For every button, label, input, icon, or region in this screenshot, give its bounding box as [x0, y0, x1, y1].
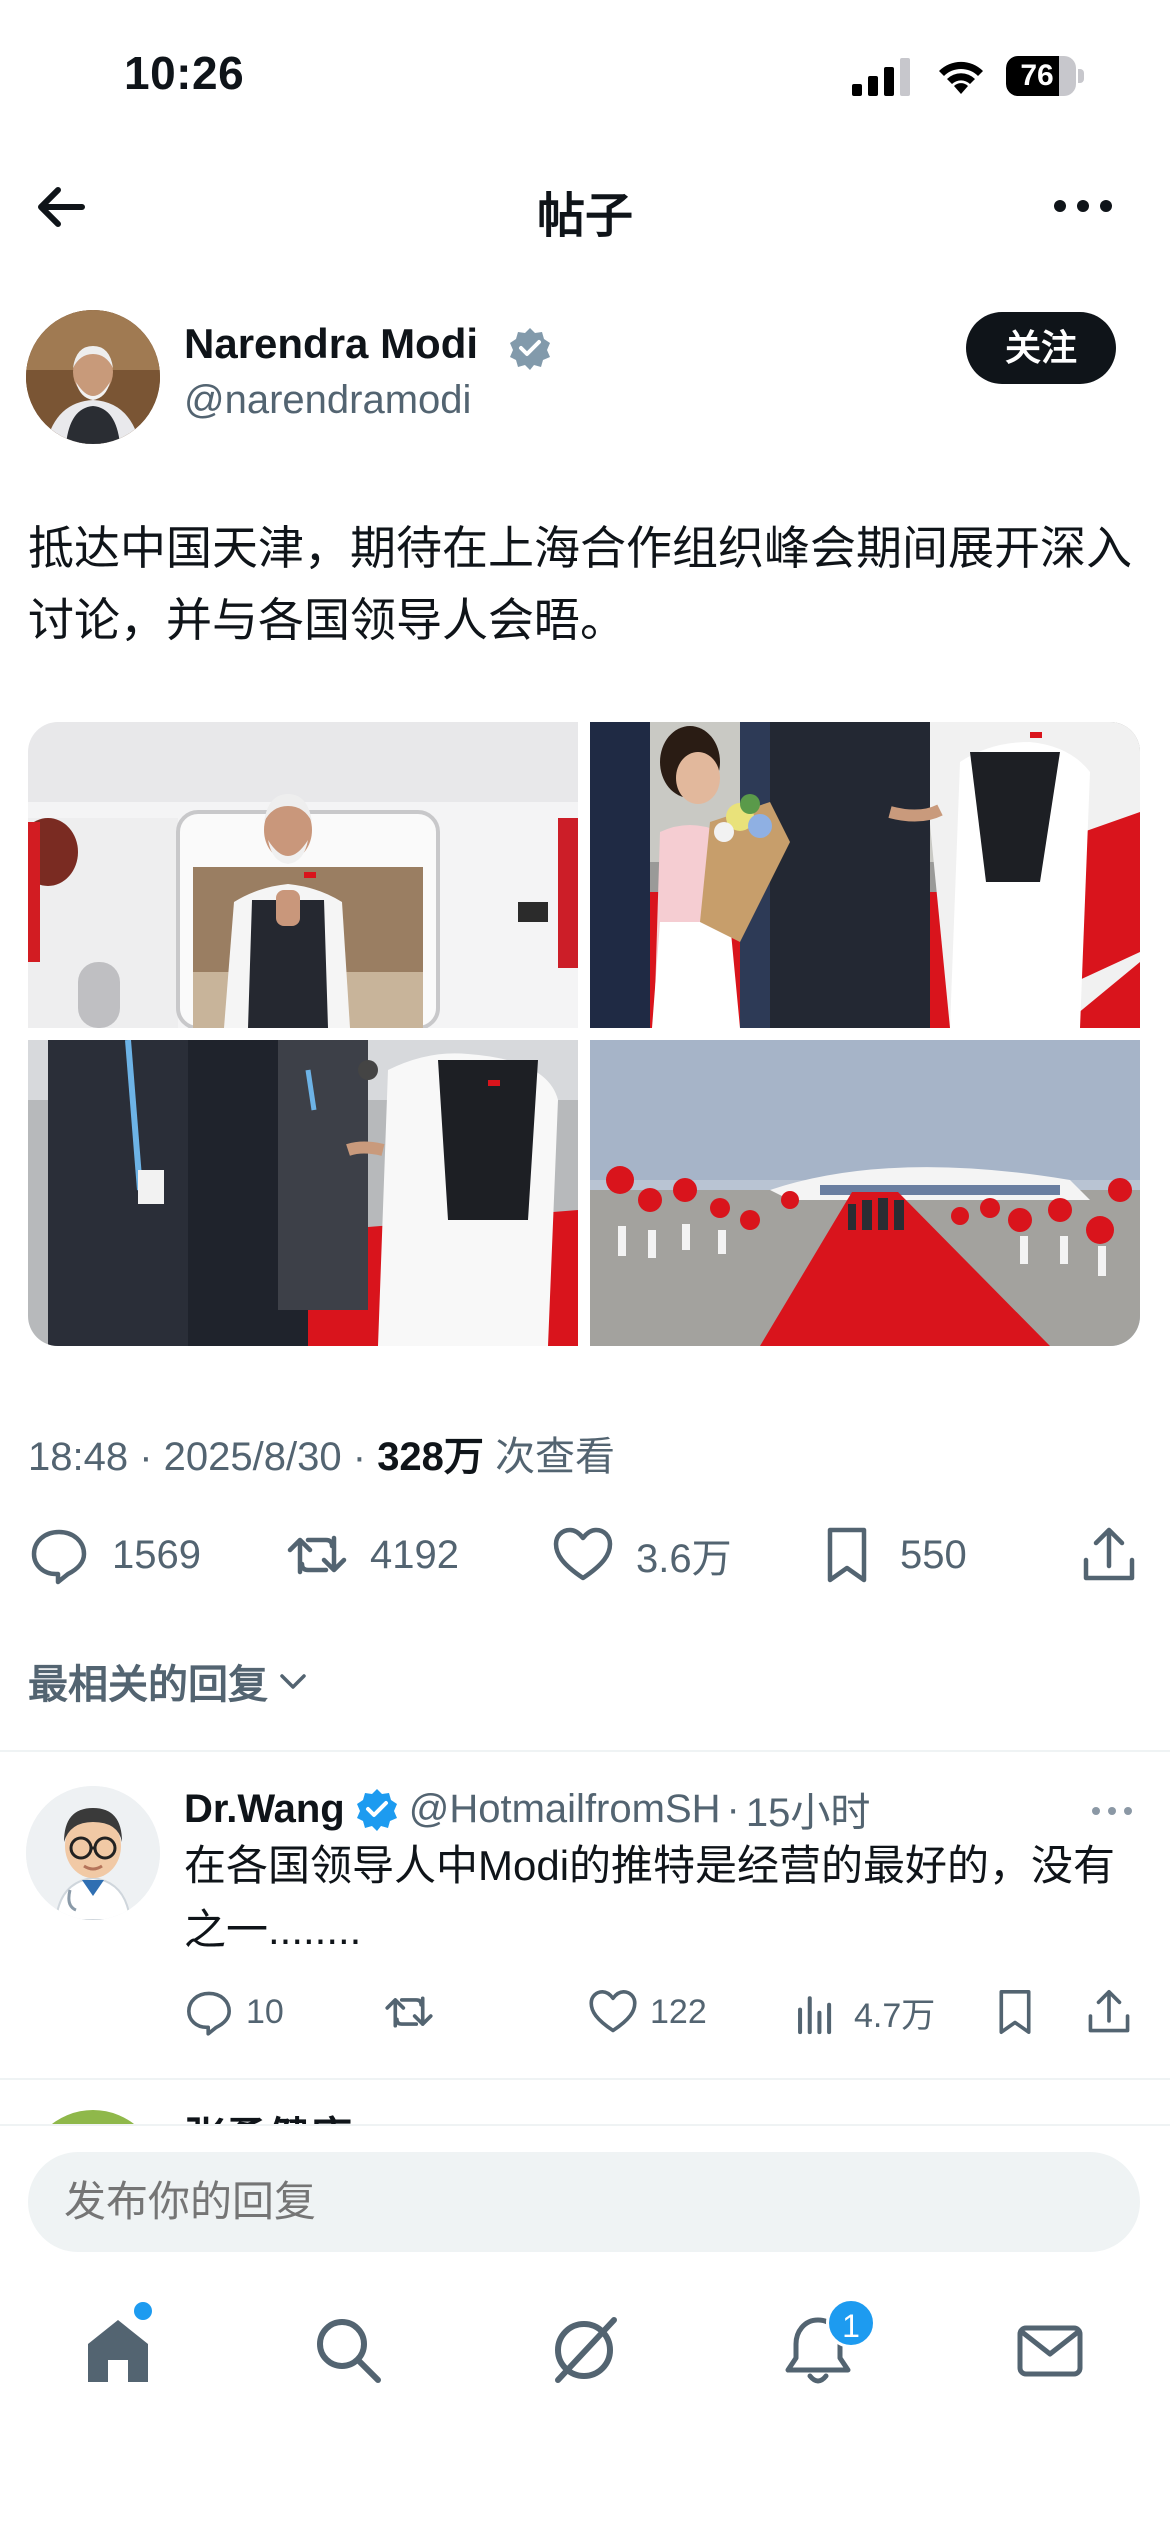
- tweet-meta: 18:48 · 2025/8/30 · 328万 次查看: [28, 1435, 616, 1479]
- verified-government-badge-icon: [510, 328, 550, 370]
- like-action[interactable]: 3.6万: [552, 1518, 732, 1592]
- reply-views-action[interactable]: 4.7万: [792, 1984, 935, 2040]
- tweet-date: 2025/8/30: [163, 1435, 342, 1479]
- bookmark-icon: [827, 1527, 867, 1583]
- retweet-icon: [287, 1535, 347, 1575]
- share-action[interactable]: [1078, 1518, 1162, 1592]
- grok-icon[interactable]: [544, 2310, 624, 2390]
- photo-welcome-bouquet-handshake[interactable]: [590, 722, 1140, 1028]
- photo-greeting-officials[interactable]: [28, 1040, 578, 1346]
- reply-icon: [187, 1991, 231, 2036]
- chevron-down-icon: [280, 1674, 306, 1689]
- author-handle: @narendramodi: [184, 378, 472, 422]
- reply-author-avatar[interactable]: [26, 1786, 160, 1920]
- reply-header: Dr.Wang @HotmailfromSH · 15小时: [184, 1780, 870, 1838]
- reply-more-icon[interactable]: [1090, 1800, 1134, 1822]
- search-icon[interactable]: [308, 2310, 388, 2390]
- author-name[interactable]: Narendra Modi: [184, 320, 478, 368]
- reply-author-name[interactable]: Dr.Wang: [184, 1787, 345, 1832]
- verified-badge-icon: [356, 1789, 397, 1831]
- reply-action[interactable]: 1569: [28, 1518, 201, 1592]
- photo-arrival-aircraft-door[interactable]: [28, 722, 578, 1028]
- divider: [0, 1750, 1170, 1752]
- reply-view-count: 4.7万: [854, 1996, 936, 2035]
- reply-icon: [31, 1529, 87, 1585]
- page-title: 帖子: [536, 190, 633, 243]
- bookmark-action[interactable]: 550: [816, 1518, 967, 1592]
- reply-share-action[interactable]: [1084, 1984, 1146, 2040]
- reply-like-count: 122: [650, 1992, 707, 2031]
- bookmark-icon: [999, 1990, 1031, 2034]
- reply-reply-count: 10: [246, 1992, 284, 2031]
- reply-count: 1569: [112, 1532, 201, 1577]
- share-icon: [1088, 1990, 1130, 2033]
- reply-bookmark-action[interactable]: [990, 1984, 1052, 2040]
- tweet-time: 18:48: [28, 1435, 129, 1479]
- reply-retweet-action[interactable]: [384, 1984, 446, 2040]
- reply-text: 在各国领导人中Modi的推特是经营的最好的，没有之一........: [184, 1842, 1116, 1953]
- retweet-action[interactable]: 4192: [286, 1518, 459, 1592]
- home-unread-dot: [134, 2302, 152, 2320]
- divider: [0, 2078, 1170, 2080]
- battery-indicator: 76: [1006, 56, 1084, 96]
- reply-input[interactable]: [28, 2152, 1140, 2252]
- share-icon: [1083, 1527, 1135, 1581]
- reply-reply-action[interactable]: 10: [184, 1984, 284, 2040]
- notification-badge: 1: [826, 2298, 876, 2348]
- next-reply-avatar: [26, 2110, 160, 2124]
- photo-red-carpet-dancers[interactable]: [590, 1040, 1140, 1346]
- tweet-views-label: 次查看: [495, 1435, 616, 1479]
- cellular-signal-icon: [852, 58, 910, 96]
- tweet-text: 抵达中国天津，期待在上海合作组织峰会期间展开深入讨论，并与各国领导人会晤。: [28, 522, 1132, 646]
- analytics-icon: [798, 1996, 832, 2035]
- reply-like-action[interactable]: 122: [588, 1984, 707, 2040]
- home-icon[interactable]: [78, 2310, 158, 2390]
- battery-level: 76: [1020, 59, 1054, 92]
- follow-button[interactable]: 关注: [966, 312, 1116, 384]
- heart-icon: [553, 1527, 613, 1581]
- reply-timestamp: 15小时: [745, 1791, 871, 1835]
- more-options-icon[interactable]: [1050, 188, 1116, 224]
- retweet-icon: [385, 1996, 433, 2028]
- status-time: 10:26: [124, 47, 245, 99]
- heart-icon: [589, 1990, 637, 2033]
- author-avatar[interactable]: [26, 310, 160, 444]
- reply-sort-label: 最相关的回复: [28, 1663, 268, 1707]
- reply-sort-dropdown[interactable]: 最相关的回复: [28, 1652, 312, 1710]
- tweet-views-count: 328万: [377, 1435, 484, 1479]
- wifi-icon: [939, 61, 983, 94]
- like-count: 3.6万: [636, 1537, 732, 1581]
- photo-grid: [28, 722, 1140, 1346]
- retweet-count: 4192: [370, 1532, 459, 1577]
- bookmark-count: 550: [900, 1532, 967, 1577]
- next-reply-name: 张勇健康: [184, 2104, 352, 2124]
- reply-author-handle: @HotmailfromSH: [408, 1786, 721, 1831]
- messages-icon[interactable]: [1010, 2310, 1090, 2390]
- separator-dot: ·: [726, 1786, 740, 1831]
